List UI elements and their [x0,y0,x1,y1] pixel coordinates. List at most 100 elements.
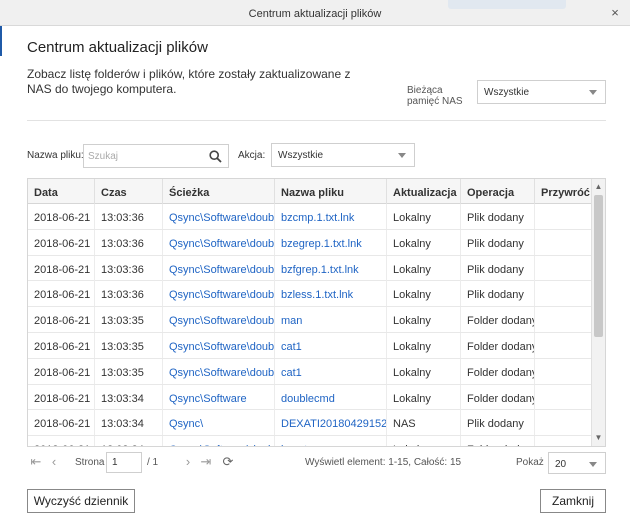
table-row[interactable]: 2018-06-21 13:03:35 Qsync\Software\doub...… [28,358,593,385]
cell-date: 2018-06-21 [28,204,95,229]
cell-path[interactable]: Qsync\ [163,410,275,436]
scrollbar-thumb[interactable] [594,195,603,337]
cell-filename[interactable]: bzless.1.txt.lnk [275,281,387,307]
cell-filename[interactable]: doublecmd [275,384,387,410]
cell-operation: Folder dodany [461,358,535,384]
cell-filename[interactable]: cat1 [275,332,387,358]
page-number-input[interactable] [106,452,142,473]
page-size-select[interactable]: 20 [548,452,606,474]
divider [27,120,606,121]
cell-filename[interactable]: bzcat [275,436,387,446]
table-row[interactable]: 2018-06-21 13:03:34 Qsync\ DEXATI2018042915… [28,410,593,437]
cell-path[interactable]: Qsync\Software\doub... [163,281,275,307]
pagination-bar: ⇤ ‹ Strona / 1 › ⇥ ⟳ Wyświetl element: 1… [27,450,606,476]
cell-date: 2018-06-21 [28,384,95,410]
cell-restore [535,333,593,358]
cell-restore [535,436,593,446]
cell-restore [535,230,593,255]
cell-time: 13:03:36 [95,204,163,229]
cell-restore [535,307,593,332]
cell-path[interactable]: Qsync\Software\doub... [163,229,275,255]
table-row[interactable]: 2018-06-21 13:03:36 Qsync\Software\doub...… [28,281,593,308]
search-input[interactable] [88,149,206,163]
column-header-operation[interactable]: Operacja [461,179,535,204]
cell-filename[interactable]: DEXATI20180429152... [275,410,387,436]
cell-path[interactable]: Qsync\Software\doub... [163,255,275,281]
cell-operation: Plik dodany [461,410,535,436]
cell-path[interactable]: Qsync\Software\doub... [163,204,275,229]
cell-time: 13:03:34 [95,410,163,436]
table-row[interactable]: 2018-06-2113:03:34Qsync\Software\doub...… [28,436,593,446]
cell-date: 2018-06-21 [28,358,95,384]
column-header-time[interactable]: Czas [95,179,163,204]
cell-time: 13:03:36 [95,255,163,281]
left-accent-bar [0,26,2,56]
table-row[interactable]: 2018-06-21 13:03:34 Qsync\Software doublecm… [28,384,593,411]
table-row[interactable]: 2018-06-21 13:03:36 Qsync\Software\doub...… [28,229,593,256]
refresh-icon[interactable]: ⟳ [221,455,235,469]
cell-time: 13:03:34 [95,384,163,410]
cell-path[interactable]: Qsync\Software\doub... [163,436,275,446]
cell-updated-by: Lokalny [387,332,461,358]
next-page-icon[interactable]: › [181,455,195,469]
cell-date: 2018-06-21 [28,255,95,281]
search-box[interactable] [83,144,229,168]
cell-filename[interactable]: bzcmp.1.txt.lnk [275,204,387,229]
cell-date: 2018-06-21 [28,281,95,307]
column-header-restore[interactable]: Przywróć [535,179,593,204]
vertical-scrollbar[interactable]: ▲ ▼ [591,179,605,446]
prev-page-icon[interactable]: ‹ [47,455,61,469]
cell-path[interactable]: Qsync\Software [163,384,275,410]
nas-filter-select[interactable]: Wszystkie [477,80,606,104]
cell-path[interactable]: Qsync\Software\doub... [163,358,275,384]
column-header-path[interactable]: Ścieżka [163,179,275,204]
scroll-down-icon[interactable]: ▼ [592,432,605,444]
filename-label: Nazwa pliku: [27,150,84,161]
cell-updated-by: Lokalny [387,281,461,307]
cell-path[interactable]: Qsync\Software\doub... [163,307,275,333]
table-row[interactable]: 2018-06-21 13:03:35 Qsync\Software\doub...… [28,332,593,359]
cell-path[interactable]: Qsync\Software\doub... [163,332,275,358]
cell-restore [535,204,593,229]
cell-operation: Folder dodany [461,436,535,446]
cell-restore [535,410,593,435]
action-select[interactable]: Wszystkie [271,143,415,167]
cell-filename[interactable]: cat1 [275,358,387,384]
items-summary: Wyświetl element: 1-15, Całość: 15 [305,457,462,468]
close-icon[interactable]: × [608,6,622,20]
cell-filename[interactable]: man [275,307,387,333]
cell-updated-by: Lokalny [387,229,461,255]
cell-time: 13:03:35 [95,307,163,333]
cell-operation: Plik dodany [461,281,535,307]
close-button[interactable]: Zamknij [540,489,606,513]
cell-updated-by: Lokalny [387,436,461,446]
cell-filename[interactable]: bzfgrep.1.txt.lnk [275,255,387,281]
page-size-value: 20 [555,459,567,470]
scroll-up-icon[interactable]: ▲ [592,181,605,193]
column-header-updated-by[interactable]: Aktualizacja o [387,179,461,204]
table-row[interactable]: 2018-06-21 13:03:36 Qsync\Software\doub...… [28,204,593,230]
title-bar: Centrum aktualizacji plików × [0,0,630,26]
cell-restore [535,256,593,281]
last-page-icon[interactable]: ⇥ [199,455,213,469]
cell-operation: Folder dodany [461,307,535,333]
clear-log-button[interactable]: Wyczyść dziennik [27,489,135,513]
cell-filename[interactable]: bzegrep.1.txt.lnk [275,229,387,255]
search-icon[interactable] [209,150,222,163]
column-header-date[interactable]: Data [28,179,95,204]
cell-operation: Folder dodany [461,332,535,358]
cell-updated-by: Lokalny [387,204,461,229]
table-row[interactable]: 2018-06-21 13:03:36 Qsync\Software\doub...… [28,255,593,282]
page-total: / 1 [147,457,159,468]
cell-restore [535,281,593,306]
cell-time: 13:03:35 [95,358,163,384]
first-page-icon[interactable]: ⇤ [29,455,43,469]
cell-date: 2018-06-21 [28,229,95,255]
cell-updated-by: Lokalny [387,307,461,333]
cell-restore [535,385,593,410]
table-row[interactable]: 2018-06-21 13:03:35 Qsync\Software\doub...… [28,307,593,333]
cell-updated-by: Lokalny [387,255,461,281]
cell-date: 2018-06-21 [28,436,95,446]
column-header-filename[interactable]: Nazwa pliku [275,179,387,204]
cell-date: 2018-06-21 [28,307,95,333]
